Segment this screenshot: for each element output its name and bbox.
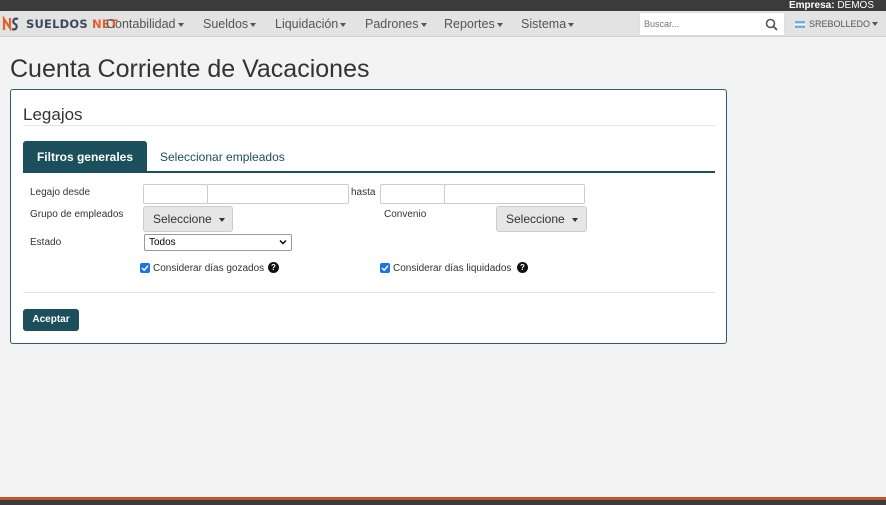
help-icon[interactable]: ? bbox=[268, 262, 279, 273]
estado-selected-value: Todos bbox=[149, 237, 176, 248]
user-menu[interactable]: SREBOLLEDO bbox=[795, 11, 879, 37]
liquidados-label: Considerar días liquidados bbox=[393, 263, 512, 274]
legajo-hasta-code-input[interactable] bbox=[380, 184, 445, 204]
menu-padrones[interactable]: Padrones bbox=[365, 11, 427, 37]
chevron-down-icon bbox=[420, 22, 427, 27]
search-icon[interactable] bbox=[765, 18, 778, 31]
menu-liquidacion[interactable]: Liquidación bbox=[275, 11, 347, 37]
gozados-checkbox[interactable] bbox=[140, 263, 150, 273]
chevron-down-icon bbox=[218, 217, 225, 222]
chevron-down-icon bbox=[177, 22, 184, 27]
legajo-desde-code-input[interactable] bbox=[143, 184, 208, 204]
search-input[interactable] bbox=[640, 13, 760, 35]
bottom-strip bbox=[0, 497, 886, 505]
legajo-desde-label: Legajo desde bbox=[30, 187, 91, 198]
grupo-empleados-label: Grupo de empleados bbox=[30, 209, 124, 220]
empresa-indicator: Empresa: DEMOS bbox=[789, 0, 874, 11]
aceptar-button[interactable]: Aceptar bbox=[23, 309, 79, 331]
tab-bar: Filtros generales Seleccionar empleados bbox=[23, 141, 715, 173]
convenio-dropdown[interactable]: Seleccione bbox=[496, 206, 587, 232]
top-strip: Empresa: DEMOS bbox=[0, 0, 886, 11]
user-name: SREBOLLEDO bbox=[809, 19, 871, 29]
menu-sistema[interactable]: Sistema bbox=[521, 11, 575, 37]
chevron-down-icon bbox=[568, 22, 575, 27]
brand-name: SUELDOS NET bbox=[26, 17, 118, 31]
grupo-empleados-dropdown[interactable]: Seleccione bbox=[143, 206, 233, 232]
chevron-down-icon bbox=[496, 22, 503, 27]
tab-filtros-generales[interactable]: Filtros generales bbox=[23, 141, 147, 173]
estado-label: Estado bbox=[30, 237, 62, 248]
divider bbox=[23, 292, 715, 293]
help-icon[interactable]: ? bbox=[517, 262, 528, 273]
divider bbox=[23, 125, 715, 126]
estado-select[interactable]: Todos bbox=[144, 234, 292, 251]
chevron-down-icon bbox=[872, 22, 879, 26]
tab-seleccionar-empleados[interactable]: Seleccionar empleados bbox=[160, 141, 285, 173]
menu-sueldos[interactable]: Sueldos bbox=[203, 11, 257, 37]
chevron-down-icon bbox=[279, 240, 287, 245]
chevron-down-icon bbox=[571, 217, 578, 222]
panel-title: Legajos bbox=[23, 105, 83, 124]
argentina-flag-icon bbox=[795, 20, 805, 28]
chevron-down-icon bbox=[340, 22, 347, 27]
legajo-desde-name-input[interactable] bbox=[207, 184, 349, 204]
hasta-label: hasta bbox=[351, 187, 376, 198]
menu-contabilidad[interactable]: Contabilidad bbox=[106, 11, 184, 37]
liquidados-checkbox[interactable] bbox=[380, 263, 390, 273]
empresa-value: DEMOS bbox=[837, 0, 874, 11]
legajo-hasta-name-input[interactable] bbox=[444, 184, 585, 204]
logo-icon bbox=[2, 15, 20, 33]
menu-reportes[interactable]: Reportes bbox=[444, 11, 503, 37]
empresa-label: Empresa: bbox=[788, 0, 835, 11]
chevron-down-icon bbox=[250, 22, 257, 27]
gozados-label: Considerar días gozados bbox=[153, 263, 265, 274]
page-title: Cuenta Corriente de Vacaciones bbox=[10, 55, 370, 83]
legajos-panel: Legajos Filtros generales Seleccionar em… bbox=[10, 89, 727, 344]
main-navbar: SUELDOS NET Contabilidad Sueldos Liquida… bbox=[0, 11, 886, 37]
logo[interactable]: SUELDOS NET bbox=[2, 14, 118, 34]
convenio-label: Convenio bbox=[384, 209, 427, 220]
search-box bbox=[639, 12, 785, 36]
